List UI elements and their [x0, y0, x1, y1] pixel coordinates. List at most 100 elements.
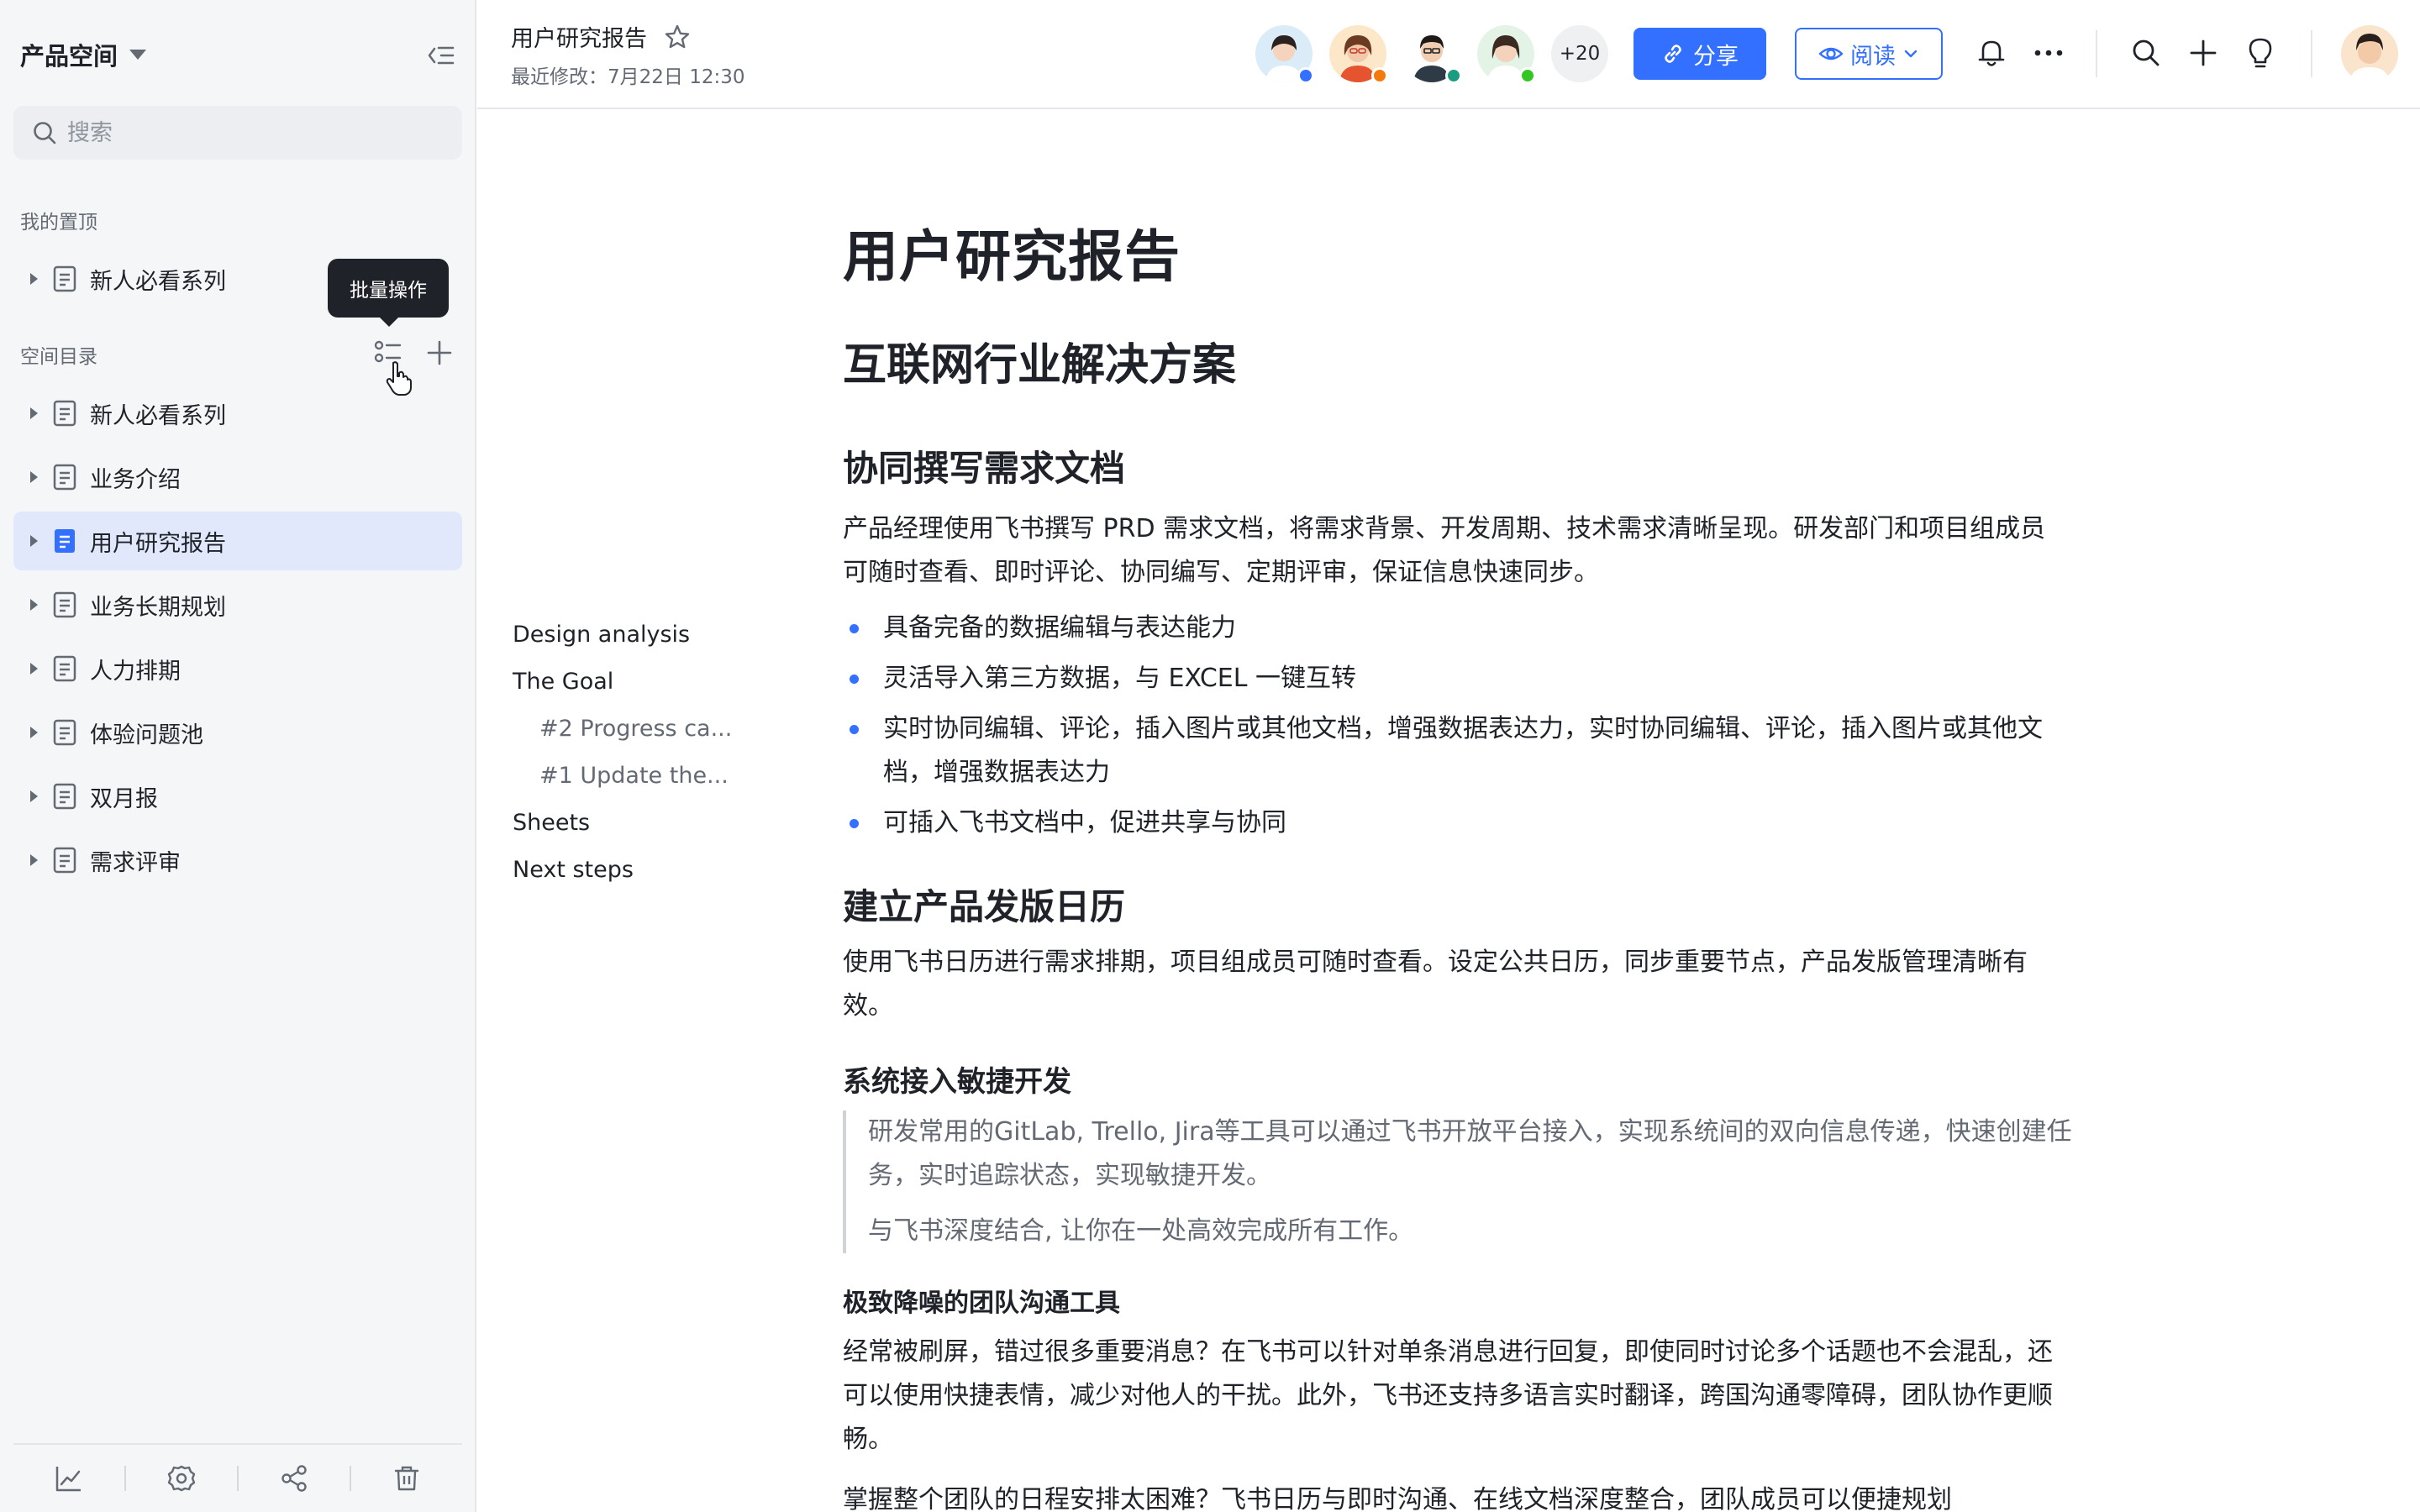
expand-arrow-icon[interactable] [30, 407, 38, 419]
search-input[interactable] [67, 119, 454, 146]
quote-paragraph: 研发常用的GitLab, Trello, Jira等工具可以通过飞书开放平台接入… [868, 1117, 2072, 1190]
doc-subtitle: 互联网行业解决方案 [843, 340, 1237, 391]
status-dot [1519, 67, 1536, 84]
share-space-button[interactable] [239, 1464, 350, 1493]
sidebar-tree-item[interactable]: 新人必看系列 [13, 384, 462, 443]
space-title: 产品空间 [20, 42, 118, 71]
share-button[interactable]: 分享 [1634, 28, 1766, 80]
star-icon[interactable] [664, 24, 691, 50]
share-button-label: 分享 [1693, 43, 1739, 70]
add-icon[interactable] [2186, 36, 2220, 70]
outline-item[interactable]: Next steps [513, 857, 634, 883]
tree-item-label: 用户研究报告 [90, 530, 226, 557]
status-dot [1445, 67, 1462, 84]
tree-item-label: 需求评审 [90, 849, 181, 876]
quote-paragraph: 与飞书深度结合, 让你在一处高效完成所有工作。 [868, 1216, 1414, 1246]
sidebar-tree-item[interactable]: 人力排期 [13, 639, 462, 698]
tree-item-label: 业务长期规划 [90, 594, 226, 621]
document-icon [55, 529, 75, 553]
tree-item-label: 业务介绍 [90, 466, 181, 493]
analytics-button[interactable] [13, 1464, 124, 1493]
expand-arrow-icon[interactable] [30, 535, 38, 547]
search-box[interactable] [13, 106, 462, 160]
status-dot [1297, 67, 1314, 84]
sidebar-tree-item[interactable]: 双月报 [13, 767, 462, 826]
expand-arrow-icon[interactable] [30, 471, 38, 483]
document-icon [53, 265, 76, 292]
outline-item[interactable]: Sheets [513, 810, 590, 836]
add-page-icon[interactable] [423, 336, 456, 370]
trash-icon [394, 1466, 419, 1491]
share-nodes-icon [281, 1465, 307, 1492]
sidebar-tree-item[interactable]: 体验问题池 [13, 703, 462, 762]
notification-bell-icon[interactable] [1975, 36, 2008, 70]
status-dot [1371, 67, 1388, 84]
sidebar: 产品空间 我的置顶 [0, 0, 476, 1512]
document-icon [53, 400, 76, 427]
expand-arrow-icon[interactable] [30, 854, 38, 866]
paragraph: 经常被刷屏，错过很多重要消息？在飞书可以针对单条消息进行回复，即使同时讨论多个话… [843, 1337, 2053, 1454]
paragraph: 掌握整个团队的日程安排太困难？飞书日历与即时沟通、在线文档深度整合，团队成员可以… [843, 1485, 1952, 1512]
section-heading: 建立产品发版日历 [843, 886, 1126, 927]
app-window: 产品空间 我的置顶 [0, 0, 2420, 1512]
eye-icon [1818, 47, 1844, 60]
expand-arrow-icon[interactable] [30, 599, 38, 611]
paragraph: 使用飞书日历进行需求排期，项目组成员可随时查看。设定公共日历，同步重要节点，产品… [843, 948, 2028, 1021]
read-mode-label: 阅读 [1850, 43, 1896, 70]
space-switcher[interactable]: 产品空间 [20, 34, 147, 76]
tree-item-label: 新人必看系列 [90, 268, 226, 295]
document-header: 用户研究报告 最近修改：7月22日 12:30 +20 分享 阅读 [477, 0, 2420, 109]
expand-arrow-icon[interactable] [30, 790, 38, 802]
document-icon [53, 719, 76, 746]
document-icon [53, 655, 76, 682]
avatar[interactable] [1477, 25, 1536, 84]
tree-item-label: 新人必看系列 [90, 402, 226, 429]
bullet-list: 具备完备的数据编辑与表达能力 灵活导入第三方数据，与 EXCEL 一键互转 实时… [843, 606, 2053, 852]
outline-item[interactable]: The Goal [513, 669, 613, 695]
avatar[interactable] [1255, 25, 1314, 84]
more-collaborators-count[interactable]: +20 [1551, 25, 1608, 82]
tree-item-label: 体验问题池 [90, 722, 203, 748]
header-divider [2311, 30, 2312, 77]
tree-item-label: 人力排期 [90, 658, 181, 685]
trash-button[interactable] [351, 1464, 462, 1493]
expand-arrow-icon[interactable] [30, 273, 38, 285]
chart-icon [55, 1467, 81, 1492]
outline-item[interactable]: Design analysis [513, 622, 690, 648]
expand-arrow-icon[interactable] [30, 663, 38, 675]
document-icon [53, 783, 76, 810]
read-mode-button[interactable]: 阅读 [1795, 28, 1943, 80]
search-icon[interactable] [2129, 36, 2163, 70]
doc-name[interactable]: 用户研究报告 [511, 20, 647, 53]
settings-button[interactable] [126, 1464, 237, 1493]
more-options-icon[interactable] [2032, 36, 2065, 70]
sidebar-footer [13, 1443, 462, 1512]
doc-breadcrumb: 用户研究报告 [511, 20, 691, 53]
block-quote: 研发常用的GitLab, Trello, Jira等工具可以通过飞书开放平台接入… [843, 1110, 2072, 1253]
paragraph: 产品经理使用飞书撰写 PRD 需求文档，将需求背景、开发周期、技术需求清晰呈现。… [843, 514, 2046, 587]
document-icon [53, 464, 76, 491]
sidebar-tree-item[interactable]: 需求评审 [13, 831, 462, 890]
list-item: 具备完备的数据编辑与表达能力 [843, 606, 2053, 650]
tree-item-label: 双月报 [90, 785, 158, 812]
expand-arrow-icon[interactable] [30, 727, 38, 738]
link-icon [1665, 45, 1681, 63]
sidebar-tree-item[interactable]: 业务介绍 [13, 448, 462, 507]
avatar[interactable] [1403, 25, 1462, 84]
chevron-down-icon [1904, 50, 1918, 58]
list-item: 灵活导入第三方数据，与 EXCEL 一键互转 [843, 657, 2053, 701]
subsection-heading: 系统接入敏捷开发 [843, 1065, 1071, 1099]
sidebar-tree-item[interactable]: 用户研究报告 [13, 512, 462, 570]
section-heading: 协同撰写需求文档 [843, 448, 1126, 489]
outline-item[interactable]: #2 Progress ca... [539, 716, 732, 742]
sidebar-tree-item[interactable]: 业务长期规划 [13, 575, 462, 634]
chevron-down-icon [129, 50, 147, 60]
avatar[interactable] [1329, 25, 1388, 84]
outline-item[interactable]: #1 Update the... [539, 763, 729, 789]
gear-icon [167, 1465, 196, 1492]
user-avatar[interactable] [2341, 25, 2398, 82]
list-item: 可插入飞书文档中，促进共享与协同 [843, 801, 2053, 845]
lightbulb-icon[interactable] [2244, 36, 2277, 70]
collapse-sidebar-icon[interactable] [424, 39, 458, 72]
batch-operation-tooltip: 批量操作 [328, 259, 449, 327]
